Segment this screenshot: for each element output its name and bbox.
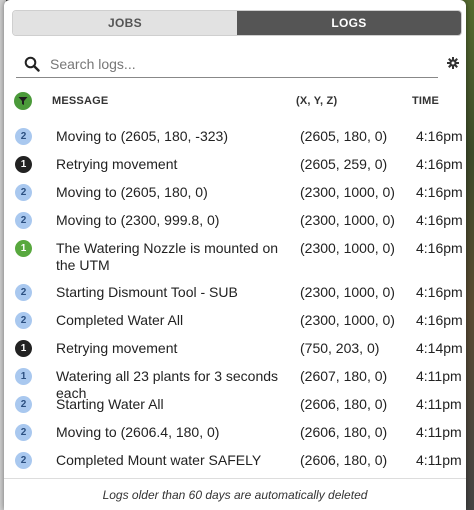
log-row: 1 The Watering Nozzle is mounted on the …	[12, 234, 463, 278]
verbosity-badge: 1	[15, 368, 32, 385]
log-time: 4:16pm	[416, 284, 463, 300]
log-xyz: (2300, 1000, 0)	[300, 240, 395, 256]
verbosity-badge: 1	[15, 156, 32, 173]
log-message: Moving to (2300, 999.8, 0)	[56, 212, 220, 228]
verbosity-badge: 2	[15, 424, 32, 441]
log-xyz: (2605, 180, 0)	[300, 128, 388, 144]
log-message: Completed Water All	[56, 312, 184, 328]
verbosity-badge: 2	[15, 396, 32, 413]
logs-popup: JOBS LOGS MESSA	[4, 0, 466, 510]
log-row: 1 Retrying movement (2605, 259, 0) 4:16p…	[12, 150, 463, 178]
log-time: 4:11pm	[416, 452, 462, 468]
log-xyz: (2300, 1000, 0)	[300, 184, 395, 200]
log-time: 4:16pm	[416, 312, 463, 328]
log-message: Moving to (2605, 180, -323)	[56, 128, 228, 144]
log-xyz: (2300, 1000, 0)	[300, 312, 395, 328]
log-message: Retrying movement	[56, 340, 178, 356]
log-row: 2 Starting Water All (2606, 180, 0) 4:11…	[12, 390, 462, 418]
search-input[interactable]	[50, 55, 410, 72]
log-row: 1 Watering all 23 plants for 3 seconds e…	[12, 362, 462, 401]
table-header: MESSAGE (X, Y, Z) TIME	[12, 88, 462, 114]
filter-icon[interactable]	[14, 92, 32, 110]
log-message: Starting Dismount Tool - SUB	[56, 284, 238, 300]
log-row: 2 Moving to (2300, 999.8, 0) (2300, 1000…	[12, 206, 463, 234]
log-time: 4:16pm	[416, 128, 463, 144]
verbosity-badge: 2	[15, 452, 32, 469]
log-row: 1 Retrying movement (750, 203, 0) 4:14pm	[12, 334, 463, 362]
log-message: Moving to (2605, 180, 0)	[56, 184, 208, 200]
header-time: TIME	[412, 95, 440, 107]
verbosity-badge: 2	[15, 312, 32, 329]
log-message: Starting Water All	[56, 396, 164, 412]
verbosity-badge: 1	[15, 340, 32, 357]
log-row: 2 Completed Water All (2300, 1000, 0) 4:…	[12, 306, 463, 334]
log-time: 4:11pm	[416, 424, 462, 440]
log-time: 4:16pm	[416, 156, 463, 172]
log-xyz: (2605, 259, 0)	[300, 156, 388, 172]
log-xyz: (2607, 180, 0)	[300, 368, 388, 384]
log-message: The Watering Nozzle is mounted on the UT…	[56, 240, 279, 273]
log-row: 2 Moving to (2605, 180, -323) (2605, 180…	[12, 122, 463, 150]
log-xyz: (2606, 180, 0)	[300, 424, 388, 440]
log-row: 2 Moving to (2605, 180, 0) (2300, 1000, …	[12, 178, 463, 206]
log-row: 2 Moving to (2606.4, 180, 0) (2606, 180,…	[12, 418, 462, 446]
log-xyz: (2300, 1000, 0)	[300, 284, 395, 300]
search-icon	[24, 55, 42, 73]
log-time: 4:14pm	[416, 340, 463, 356]
verbosity-badge: 1	[15, 240, 32, 257]
verbosity-badge: 2	[15, 128, 32, 145]
log-time: 4:16pm	[416, 212, 463, 228]
search-bar	[16, 50, 438, 78]
log-xyz: (2606, 180, 0)	[300, 452, 388, 468]
retention-notice: Logs older than 60 days are automaticall…	[4, 478, 466, 510]
gear-icon[interactable]	[446, 56, 460, 70]
log-time: 4:11pm	[416, 396, 462, 412]
log-list: 2 Moving to (2605, 180, -323) (2605, 180…	[12, 122, 463, 474]
log-time: 4:16pm	[416, 240, 463, 256]
log-message: Moving to (2606.4, 180, 0)	[56, 424, 220, 440]
log-row: 2 Completed Mount water SAFELY (2606, 18…	[12, 446, 462, 474]
verbosity-badge: 2	[15, 212, 32, 229]
log-time: 4:16pm	[416, 184, 463, 200]
tab-jobs[interactable]: JOBS	[13, 11, 237, 35]
tab-logs[interactable]: LOGS	[237, 11, 461, 35]
header-xyz: (X, Y, Z)	[296, 95, 338, 107]
log-row: 2 Starting Dismount Tool - SUB (2300, 10…	[12, 278, 463, 306]
log-message: Completed Mount water SAFELY	[56, 452, 262, 468]
log-xyz: (750, 203, 0)	[300, 340, 380, 356]
header-message: MESSAGE	[52, 95, 109, 107]
verbosity-badge: 2	[15, 284, 32, 301]
tab-bar: JOBS LOGS	[12, 10, 462, 36]
log-time: 4:11pm	[416, 368, 462, 384]
verbosity-badge: 2	[15, 184, 32, 201]
log-xyz: (2606, 180, 0)	[300, 396, 388, 412]
log-xyz: (2300, 1000, 0)	[300, 212, 395, 228]
log-message: Retrying movement	[56, 156, 178, 172]
